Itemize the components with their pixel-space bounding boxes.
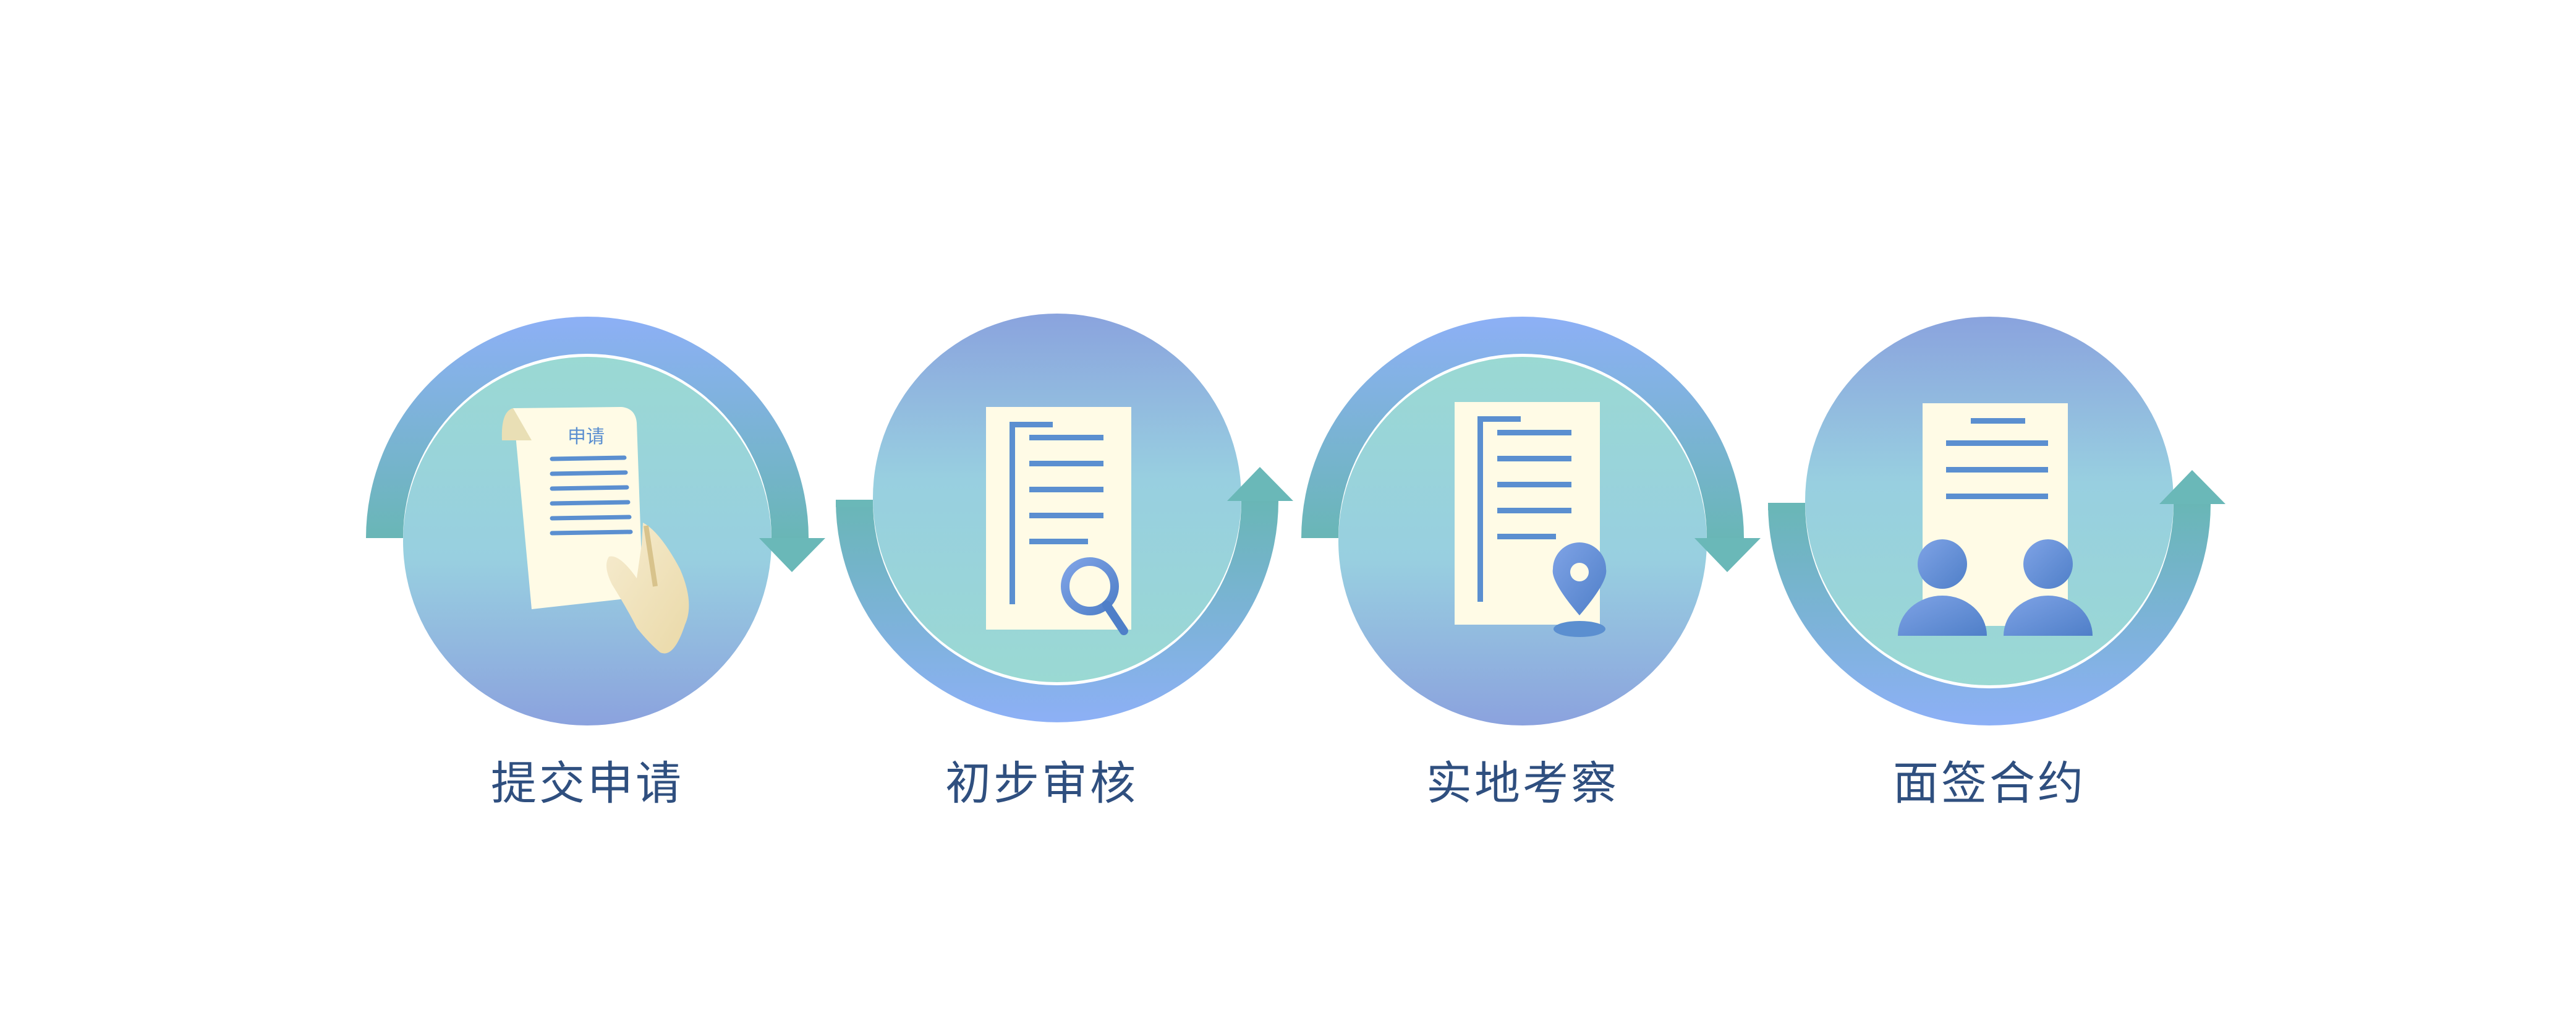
step-3-site-inspection	[1301, 317, 1761, 725]
step-1-submit-application: 申请	[366, 317, 825, 725]
step-4-label: 面签合约	[1893, 757, 2086, 810]
step-4-face-sign-contract	[1768, 317, 2225, 725]
document-two-people-icon	[1898, 403, 2093, 636]
step-3-label: 实地考察	[1426, 757, 1619, 810]
step-2-label: 初步审核	[945, 757, 1138, 810]
document-location-pin-icon	[1455, 402, 1607, 637]
step-1-label: 提交申请	[491, 757, 684, 810]
step-2-initial-review	[836, 314, 1293, 722]
process-diagram: 申请	[366, 314, 2225, 725]
document-magnifier-icon	[986, 407, 1131, 635]
document-title: 申请	[567, 426, 605, 448]
